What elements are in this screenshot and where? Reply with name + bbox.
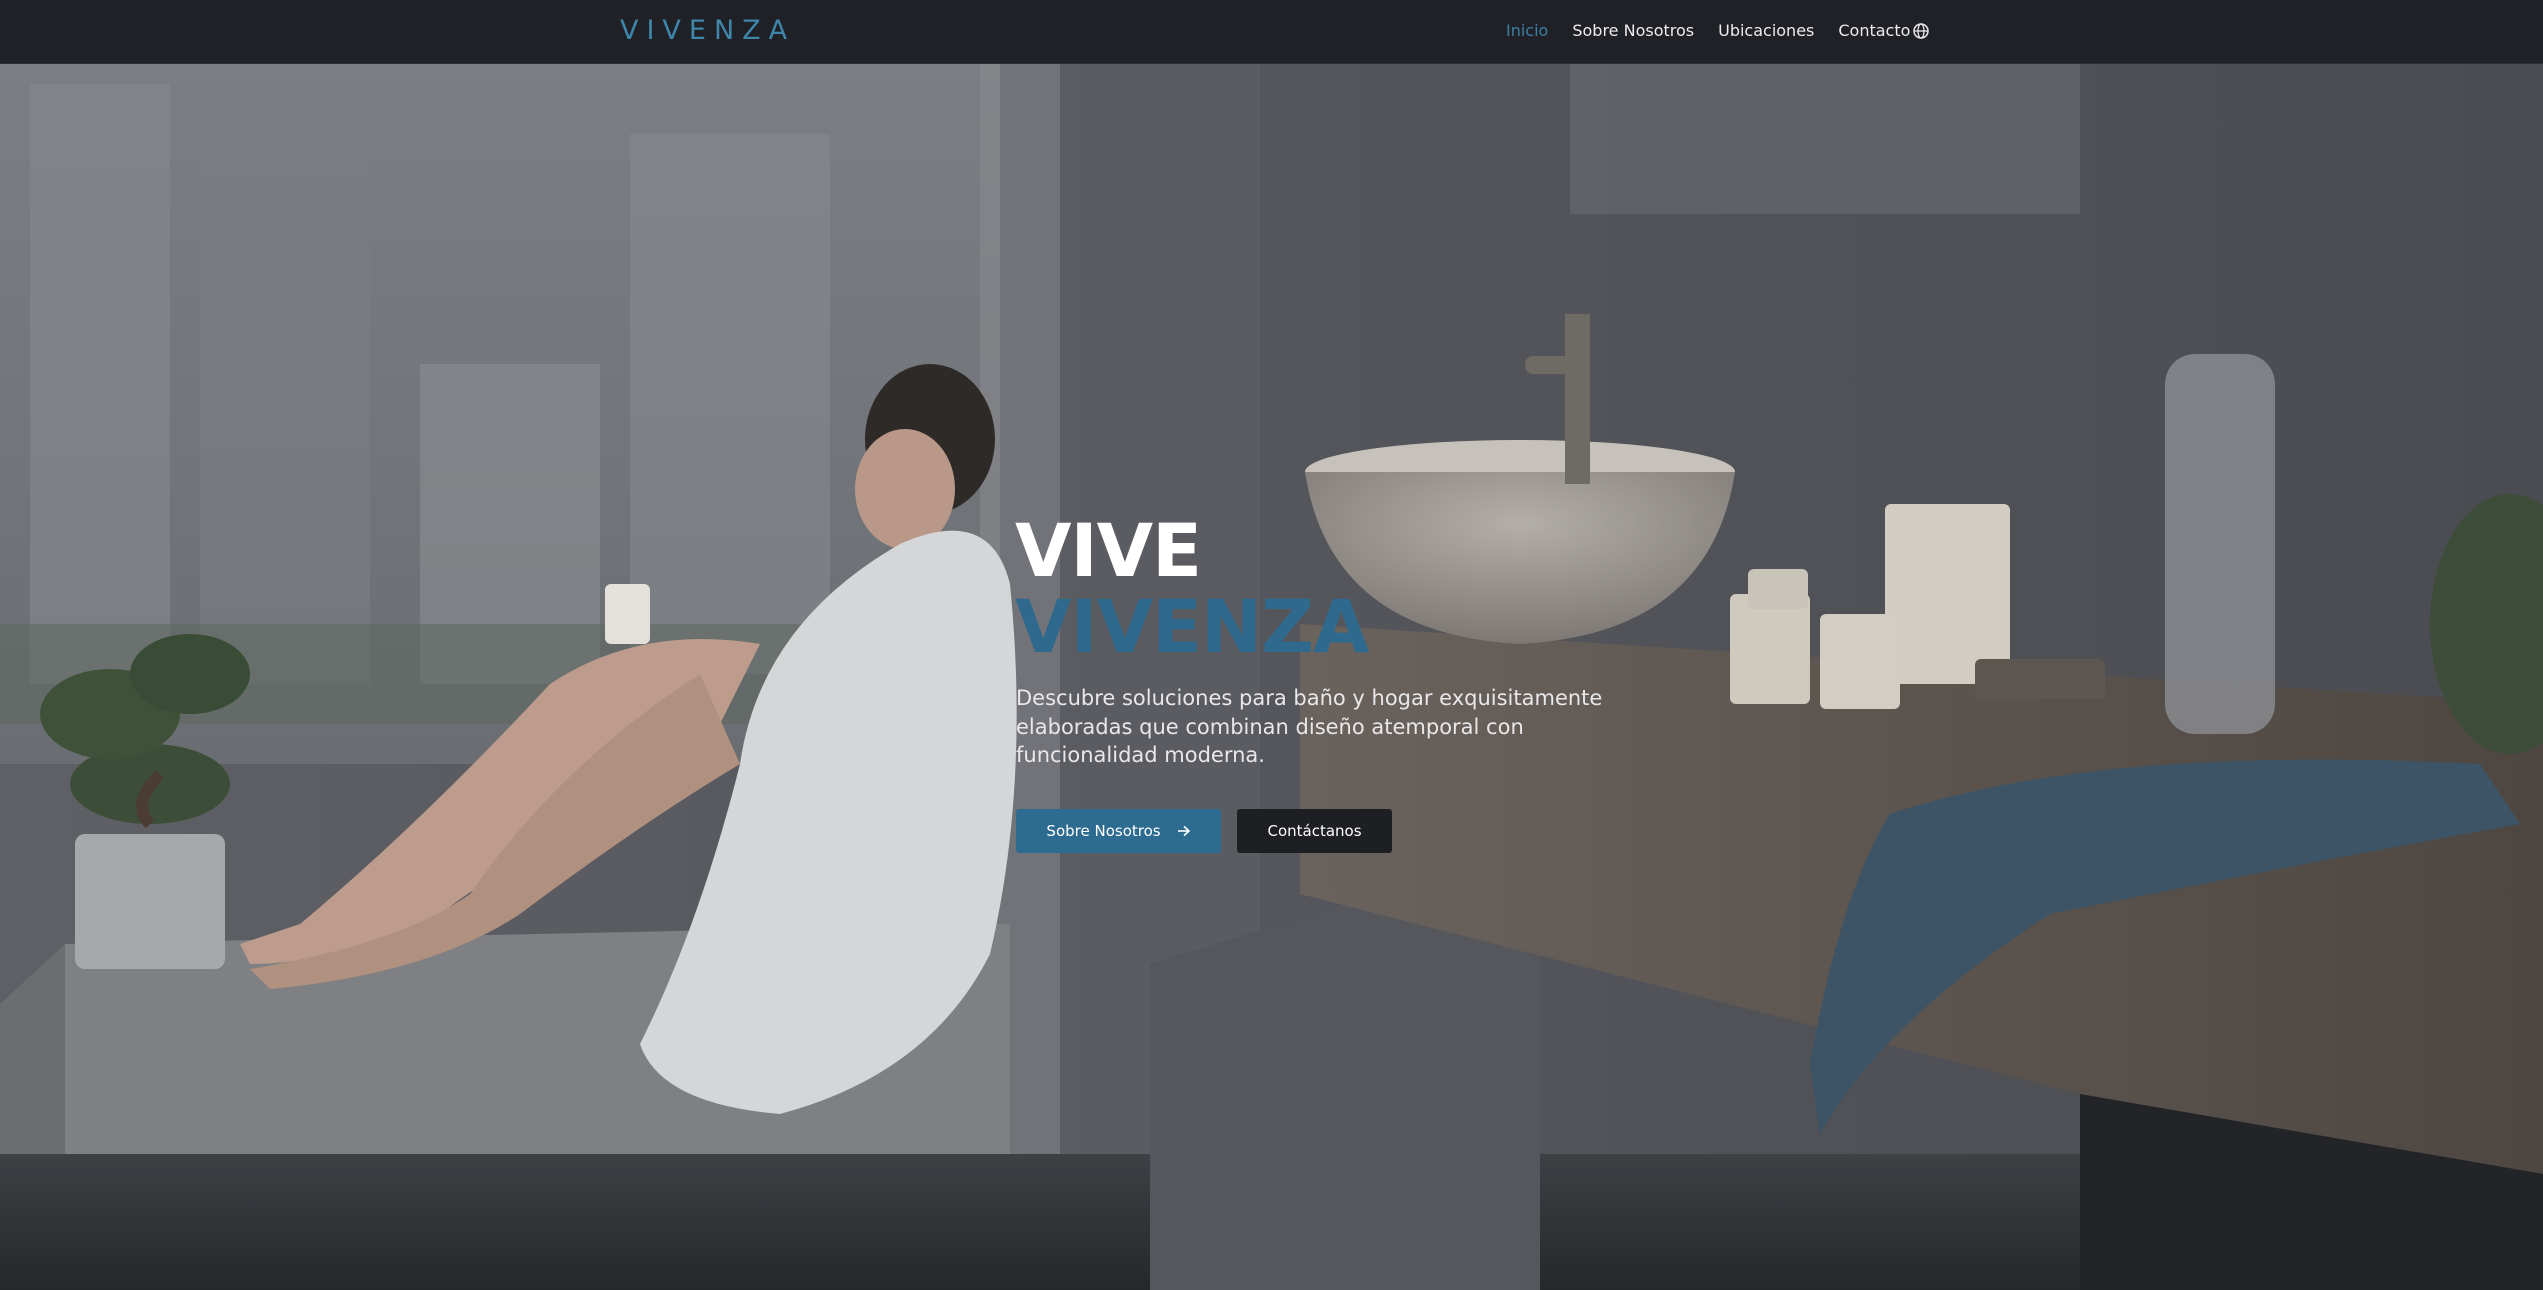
- hero-title-line1: VIVE: [1015, 509, 1202, 594]
- top-navigation-bar: VIVENZA Inicio Sobre Nosotros Ubicacione…: [0, 0, 2543, 64]
- sobre-nosotros-button-label: Sobre Nosotros: [1046, 822, 1161, 840]
- contactanos-button[interactable]: Contáctanos: [1237, 809, 1392, 853]
- nav-item-ubicaciones[interactable]: Ubicaciones: [1718, 0, 1814, 62]
- contactanos-button-label: Contáctanos: [1267, 822, 1362, 840]
- hero-title-line2: VIVENZA: [1015, 585, 1370, 670]
- sobre-nosotros-button[interactable]: Sobre Nosotros: [1016, 809, 1221, 853]
- hero-description: Descubre soluciones para baño y hogar ex…: [1016, 686, 1603, 767]
- arrow-right-icon: [1177, 825, 1190, 837]
- hero-background-image: [0, 64, 2543, 1290]
- nav-item-sobre-nosotros[interactable]: Sobre Nosotros: [1572, 0, 1694, 62]
- main-nav: Inicio Sobre Nosotros Ubicaciones Contac…: [1506, 0, 1934, 62]
- nav-item-contacto[interactable]: Contacto: [1838, 0, 1910, 62]
- nav-item-inicio[interactable]: Inicio: [1506, 0, 1548, 62]
- hero-title: VIVE VIVENZA: [1015, 509, 1370, 670]
- vivenza-logo[interactable]: VIVENZA: [620, 13, 795, 49]
- hero-section: VIVE VIVENZA Descubre soluciones para ba…: [0, 64, 2543, 1290]
- globe-icon[interactable]: [1911, 21, 1931, 41]
